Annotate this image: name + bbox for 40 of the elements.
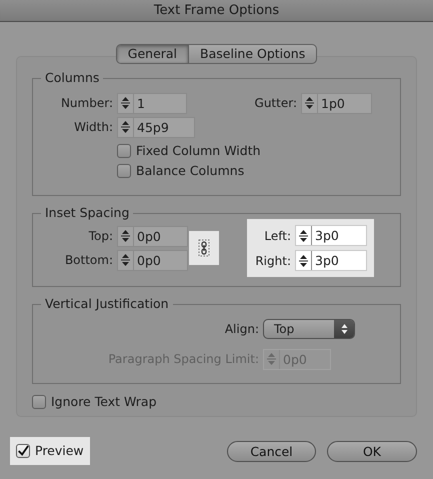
stepper-icon[interactable] — [121, 96, 130, 110]
field-label: Top: — [88, 228, 114, 245]
number-field[interactable]: 1p0 — [301, 92, 372, 114]
number-field[interactable]: 45p9 — [117, 116, 195, 138]
stepper-icon[interactable] — [305, 96, 314, 110]
number-field[interactable]: 1 — [117, 92, 187, 114]
stepper-icon[interactable] — [121, 229, 130, 243]
field-label: Gutter: — [254, 95, 298, 112]
checkbox[interactable] — [32, 395, 46, 409]
field-label: Left: — [263, 228, 292, 244]
field-label: Number: — [60, 95, 114, 112]
tab[interactable]: General — [116, 45, 190, 63]
updown-arrow-icon — [340, 323, 348, 335]
field-label: Align: — [224, 321, 260, 338]
window-title: Text Frame Options — [0, 0, 433, 22]
tab[interactable]: Baseline Options — [189, 45, 316, 63]
stepper-icon[interactable] — [299, 228, 308, 242]
stepper-icon[interactable] — [121, 253, 130, 267]
dropdown[interactable]: Top — [263, 319, 355, 339]
stepper-icon[interactable] — [299, 254, 308, 268]
cancel-button[interactable]: Cancel — [227, 440, 316, 462]
field-label: Bottom: — [64, 252, 114, 269]
checkbox-label: Balance Columns — [136, 162, 244, 180]
field-label: Right: — [254, 252, 292, 270]
number-field[interactable]: 3p0 — [295, 250, 367, 271]
group-title: Inset Spacing — [41, 205, 134, 221]
checkbox-label: Fixed Column Width — [136, 142, 261, 160]
checkbox-label: Ignore Text Wrap — [51, 392, 157, 411]
checkbox[interactable] — [16, 444, 30, 458]
checkbox[interactable] — [117, 164, 131, 178]
field-label: Width: — [73, 119, 114, 136]
stepper-icon[interactable] — [121, 120, 130, 134]
group-title: Vertical Justification — [41, 296, 173, 312]
ok-button[interactable]: OK — [327, 440, 417, 462]
number-field[interactable]: 3p0 — [295, 225, 367, 246]
checkbox[interactable] — [117, 144, 131, 158]
chain-link-icon[interactable] — [198, 239, 210, 257]
number-field[interactable]: 0p0 — [117, 226, 188, 246]
checkbox-label: Preview — [35, 442, 84, 460]
number-field[interactable]: 0p0 — [117, 250, 188, 270]
